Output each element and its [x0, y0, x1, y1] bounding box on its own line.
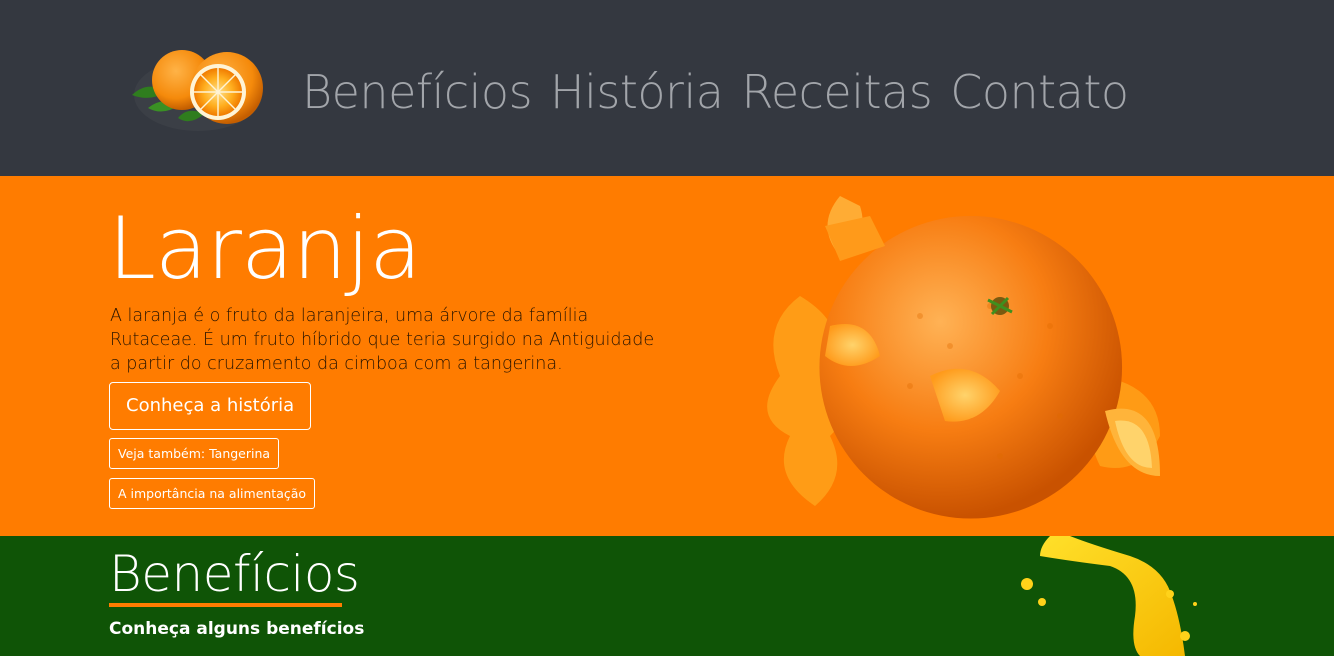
orange-splash-image — [767, 196, 1160, 519]
benefits-subtitle: Conheça alguns benefícios — [109, 619, 365, 639]
main-nav: Benefícios História Receitas Contato — [302, 60, 1129, 124]
nav-link-beneficios[interactable]: Benefícios — [302, 60, 533, 124]
title-underline — [109, 603, 342, 607]
hero-description: A laranja é o fruto da laranjeira, uma á… — [110, 306, 655, 374]
site-header: Benefícios História Receitas Contato — [0, 0, 1334, 176]
juice-splash-image — [1021, 536, 1197, 656]
nutrition-link-button[interactable]: A importância na alimentação — [109, 478, 316, 509]
orange-logo-icon[interactable] — [128, 40, 268, 135]
nav-link-contato[interactable]: Contato — [950, 60, 1129, 124]
tangerine-link-button[interactable]: Veja também: Tangerina — [109, 438, 280, 469]
hero-section: Laranja A laranja é o fruto da laranjeir… — [0, 176, 1334, 536]
history-button[interactable]: Conheça a história — [109, 382, 312, 430]
benefits-title: Benefícios — [109, 545, 360, 603]
benefits-section: Benefícios Conheça alguns benefícios — [0, 536, 1334, 656]
nav-link-receitas[interactable]: Receitas — [741, 60, 932, 124]
nav-link-historia[interactable]: História — [550, 60, 724, 124]
hero-title: Laranja — [108, 199, 422, 299]
